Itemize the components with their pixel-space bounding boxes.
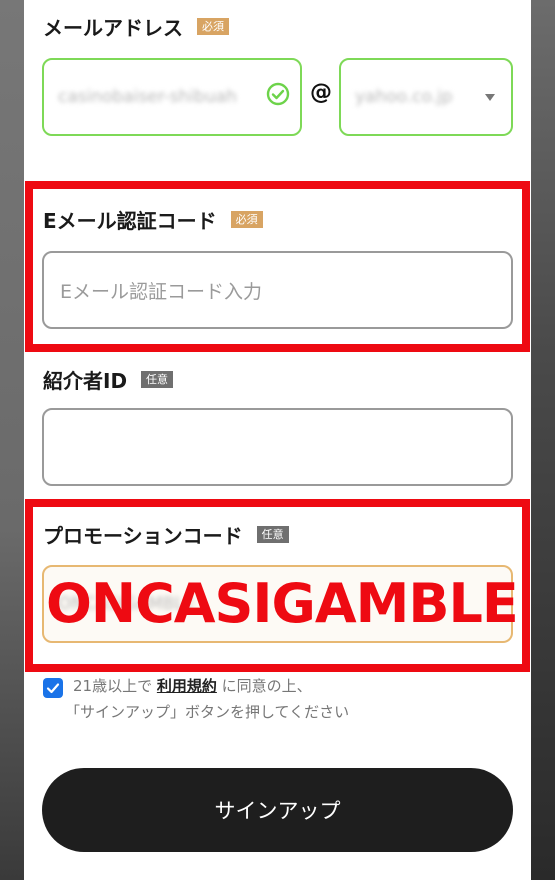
highlight-frame-verification xyxy=(25,181,530,352)
referrer-label: 紹介者ID xyxy=(43,369,128,393)
consent-prefix: 21歳以上で xyxy=(73,677,153,695)
email-label-row: メールアドレス 必須 xyxy=(43,12,229,41)
email-local-input[interactable]: casinobaiser-shibuah xyxy=(42,58,302,136)
backdrop-left xyxy=(0,0,26,880)
terms-link[interactable]: 利用規約 xyxy=(157,677,217,695)
checkmark-icon xyxy=(46,683,60,694)
email-label: メールアドレス xyxy=(43,16,183,40)
email-local-value: casinobaiser-shibuah xyxy=(58,87,237,107)
backdrop-right xyxy=(529,0,555,880)
optional-badge: 任意 xyxy=(141,371,174,388)
consent-line-1: 21歳以上で 利用規約 に同意の上、 xyxy=(73,674,312,698)
chevron-down-icon xyxy=(485,94,495,101)
email-domain-select[interactable]: yahoo.co.jp xyxy=(339,58,513,136)
referrer-label-row: 紹介者ID 任意 xyxy=(43,365,174,394)
consent-suffix: に同意の上、 xyxy=(221,677,312,695)
at-symbol: @ xyxy=(310,80,332,105)
check-circle-icon xyxy=(266,82,290,110)
referrer-id-input[interactable] xyxy=(42,408,513,486)
email-domain-value: yahoo.co.jp xyxy=(355,87,453,107)
consent-checkbox[interactable] xyxy=(43,678,63,698)
consent-line-2: 「サインアップ」ボタンを押してください xyxy=(65,703,350,721)
promo-code-annotation: ONCASIGAMBLE xyxy=(46,572,519,635)
signup-button[interactable]: サインアップ xyxy=(42,768,513,852)
required-badge: 必須 xyxy=(197,18,229,35)
